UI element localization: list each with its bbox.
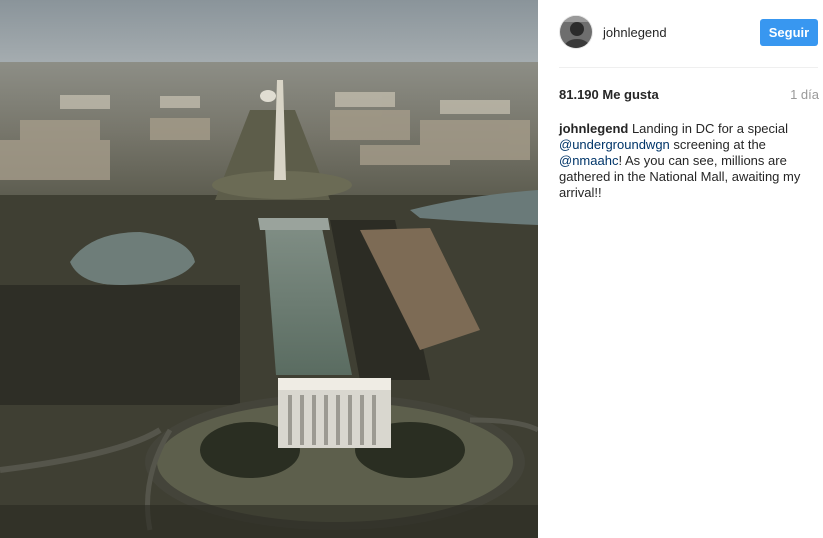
post-header: johnlegend Seguir (538, 0, 823, 67)
post-photo[interactable] (0, 0, 538, 538)
post-details-panel: johnlegend Seguir 81.190 Me gusta 1 día … (538, 0, 823, 538)
profile-avatar[interactable] (559, 15, 593, 49)
caption-text-2: screening at the (669, 137, 766, 152)
caption-username[interactable]: johnlegend (559, 121, 628, 136)
avatar-icon (560, 16, 592, 48)
likes-count[interactable]: 81.190 Me gusta (559, 87, 659, 102)
divider (559, 67, 818, 68)
caption-mention-nmaahc[interactable]: @nmaahc (559, 153, 618, 168)
caption-mention-undergroundwgn[interactable]: @undergroundwgn (559, 137, 670, 152)
follow-button[interactable]: Seguir (760, 19, 818, 46)
post-timestamp[interactable]: 1 día (790, 87, 819, 102)
post-author-username[interactable]: johnlegend (603, 25, 667, 41)
post-caption: johnlegend Landing in DC for a special @… (559, 121, 821, 201)
caption-text-1: Landing in DC for a special (628, 121, 789, 136)
aerial-photo-national-mall (0, 0, 538, 538)
